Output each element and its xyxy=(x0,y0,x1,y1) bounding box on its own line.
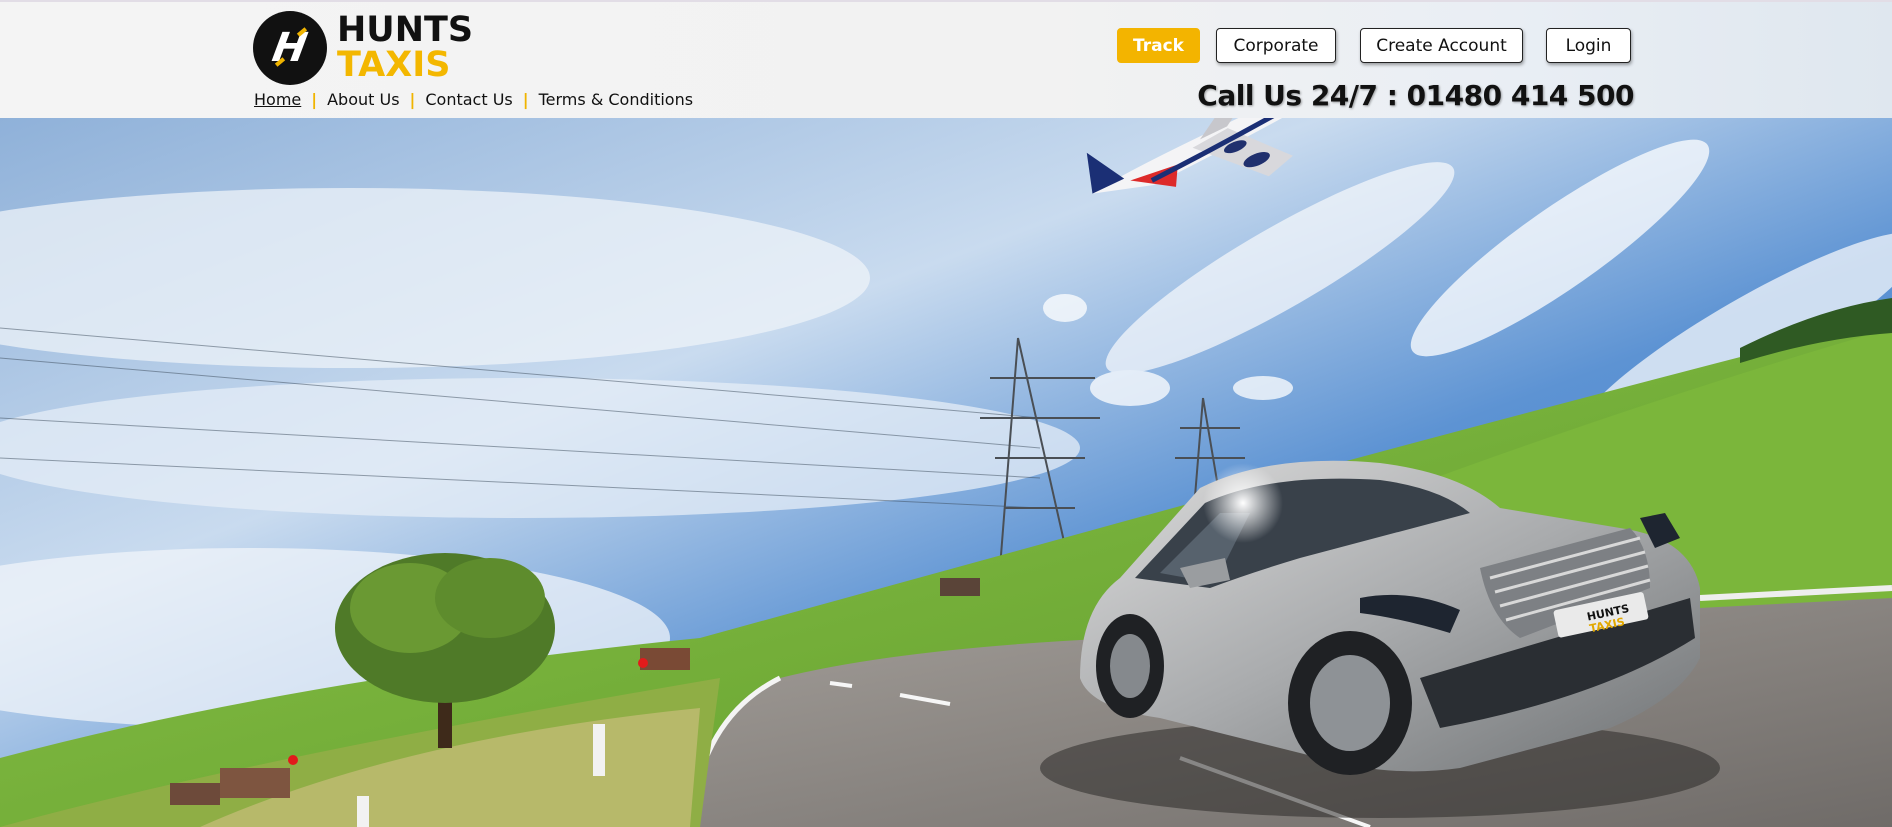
logo-badge: H xyxy=(253,11,327,85)
phone-callout: Call Us 24/7 : 01480 414 500 xyxy=(1197,79,1634,112)
hero-banner: HUNTS TAXIS xyxy=(0,118,1892,827)
nav-home-link[interactable]: Home xyxy=(254,90,301,109)
site-logo[interactable]: H HUNTS TAXIS xyxy=(253,10,475,86)
login-button[interactable]: Login xyxy=(1546,28,1631,63)
logo-name-top: HUNTS xyxy=(337,10,474,50)
site-header: H HUNTS TAXIS Home | About Us | Contact … xyxy=(0,0,1892,118)
nav-contact-link[interactable]: Contact Us xyxy=(425,90,512,109)
nav-separator: | xyxy=(409,90,416,109)
create-account-button[interactable]: Create Account xyxy=(1360,28,1523,63)
nav-separator: | xyxy=(311,90,318,109)
track-button[interactable]: Track xyxy=(1117,28,1200,63)
hero-image: HUNTS TAXIS xyxy=(0,118,1892,827)
corporate-button[interactable]: Corporate xyxy=(1216,28,1336,63)
nav-about-link[interactable]: About Us xyxy=(327,90,399,109)
logo-name-bottom: TAXIS xyxy=(337,45,451,85)
nav-terms-link[interactable]: Terms & Conditions xyxy=(539,90,693,109)
nav-separator: | xyxy=(522,90,529,109)
main-nav: Home | About Us | Contact Us | Terms & C… xyxy=(254,90,693,109)
